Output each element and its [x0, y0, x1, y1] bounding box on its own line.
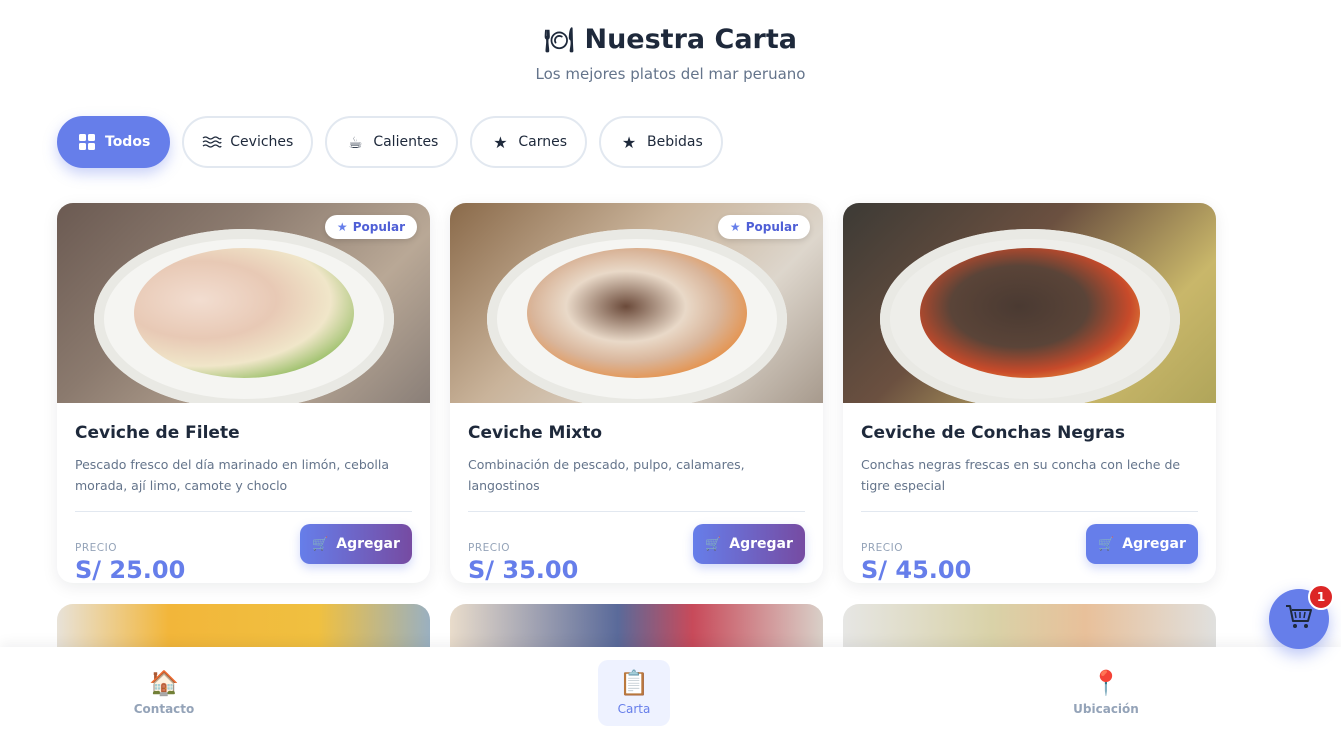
dish-card: Ceviche de Conchas Negras Conchas negras… [843, 203, 1216, 583]
nav-item-contacto[interactable]: 🏠 Contacto [128, 660, 200, 726]
dish-photo: ★ Popular [57, 203, 430, 403]
nav-label: Contacto [133, 702, 195, 716]
dish-price: S/ 45.00 [861, 556, 972, 583]
filter-ceviches[interactable]: Ceviches [182, 116, 314, 168]
divider [75, 511, 412, 512]
bottom-nav: 🏠 Contacto 📋 Carta 📍 Ubicación [0, 647, 1341, 735]
filter-label: Ceviches [230, 134, 294, 150]
price-label: PRECIO [75, 542, 117, 554]
cart-icon: 🛒 [705, 536, 722, 552]
add-to-cart-button[interactable]: 🛒 Agregar [300, 524, 412, 564]
divider [468, 511, 805, 512]
badge-label: Popular [745, 220, 798, 234]
cart-icon: 🛒 [312, 536, 329, 552]
add-to-cart-button[interactable]: 🛒 Agregar [693, 524, 805, 564]
star-icon: ★ [493, 132, 508, 152]
dish-description: Conchas negras frescas en su concha con … [861, 457, 1181, 493]
star-icon: ★ [729, 220, 741, 234]
cart-count-badge: 1 [1308, 584, 1334, 610]
star-icon: ★ [336, 220, 348, 234]
badge-label: Popular [352, 220, 405, 234]
popular-badge: ★ Popular [324, 215, 417, 239]
price-label: PRECIO [861, 542, 903, 554]
filter-label: Bebidas [647, 134, 703, 150]
filter-label: Calientes [373, 134, 439, 150]
house-icon: 🏠 [149, 669, 179, 697]
cart-icon: 🛒 [1098, 536, 1115, 552]
dish-description: Combinación de pescado, pulpo, calamares… [468, 457, 745, 493]
plate-cutlery-icon: 🍽 [544, 25, 575, 54]
page-header: 🍽 Nuestra Carta Los mejores platos del m… [0, 0, 1341, 83]
dish-card: ★ Popular Ceviche Mixto Combinación de p… [450, 203, 823, 583]
add-button-label: Agregar [1122, 536, 1186, 552]
shopping-cart-icon [1284, 603, 1314, 635]
map-pin-icon: 📍 [1091, 669, 1121, 697]
dish-description: Pescado fresco del día marinado en limón… [75, 457, 390, 493]
hot-cup-icon: ☕ [348, 132, 363, 152]
page-title: 🍽 Nuestra Carta [0, 24, 1341, 55]
filter-label: Carnes [518, 134, 568, 150]
add-button-label: Agregar [729, 536, 793, 552]
filter-label: Todos [105, 134, 151, 150]
category-filters: Todos Ceviches ☕ Calientes ★ Carnes ★ Be… [57, 116, 723, 168]
popular-badge: ★ Popular [717, 215, 810, 239]
dish-card: ★ Popular Ceviche de Filete Pescado fres… [57, 203, 430, 583]
nav-item-ubicacion[interactable]: 📍 Ubicación [1070, 660, 1142, 726]
waves-icon [202, 135, 222, 149]
filter-todos[interactable]: Todos [57, 116, 171, 168]
dish-name: Ceviche de Conchas Negras [861, 423, 1126, 443]
price-label: PRECIO [468, 542, 510, 554]
dish-name: Ceviche de Filete [75, 423, 240, 443]
divider [861, 511, 1198, 512]
dish-price: S/ 25.00 [75, 556, 186, 583]
nav-item-carta[interactable]: 📋 Carta [598, 660, 670, 726]
star-icon: ★ [621, 132, 637, 152]
page-title-text: Nuestra Carta [584, 24, 797, 55]
grid-icon [77, 134, 97, 150]
dish-photo: ★ Popular [450, 203, 823, 403]
dish-name: Ceviche Mixto [468, 423, 603, 443]
dish-photo [843, 203, 1216, 403]
nav-label: Ubicación [1073, 702, 1139, 716]
page-subtitle: Los mejores platos del mar peruano [535, 65, 806, 83]
clipboard-icon: 📋 [619, 669, 649, 697]
add-button-label: Agregar [336, 536, 400, 552]
add-to-cart-button[interactable]: 🛒 Agregar [1086, 524, 1198, 564]
nav-label: Carta [617, 702, 651, 716]
cart-button[interactable]: 1 [1269, 584, 1334, 649]
filter-calientes[interactable]: ☕ Calientes [325, 116, 459, 168]
filter-bebidas[interactable]: ★ Bebidas [599, 116, 723, 168]
filter-carnes[interactable]: ★ Carnes [470, 116, 588, 168]
dish-price: S/ 35.00 [468, 556, 579, 583]
